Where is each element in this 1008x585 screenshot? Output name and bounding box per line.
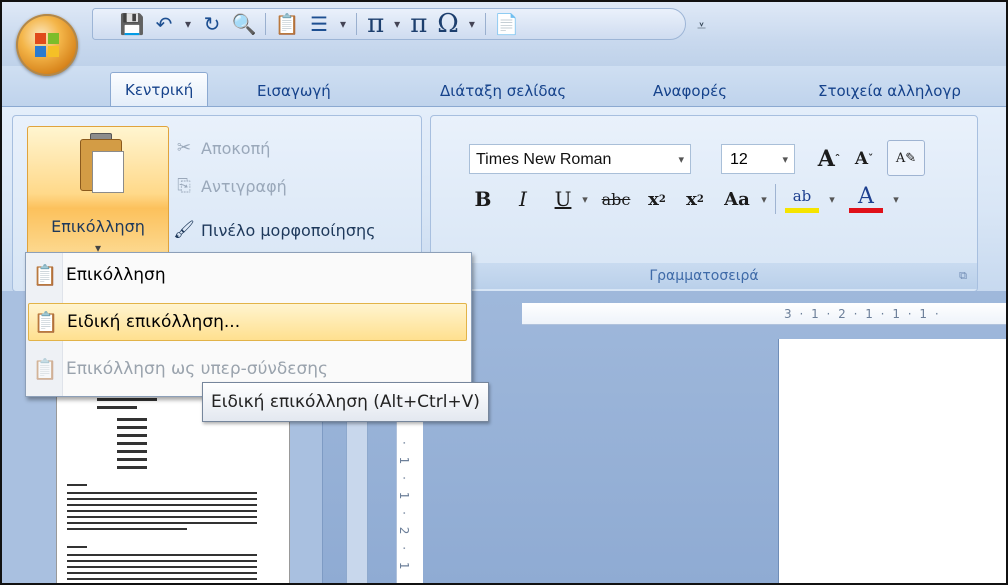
word-window: 💾 ↶ ▾ ↻ 🔍 📋 ☰ ▾ π ▾ π Ω ▾ 📄 ⩡ Κεντρική Εισαγ…: [0, 0, 1008, 585]
separator: [484, 13, 486, 35]
copy-label: Αντιγραφή: [201, 176, 287, 196]
font-group-label: Γραμματοσειρά: [649, 268, 759, 284]
ribbon-tabs: Κεντρική Εισαγωγή Διάταξη σελίδας Αναφορ…: [2, 66, 1006, 107]
font-size-value: 12: [730, 151, 748, 168]
tab-references[interactable]: Αναφορές: [653, 76, 727, 106]
font-size-combo[interactable]: 12 ▾: [721, 144, 795, 174]
separator: [265, 13, 267, 35]
save-icon[interactable]: 💾: [120, 12, 145, 36]
paste-qat-icon[interactable]: 📋: [275, 12, 300, 36]
change-case-dropdown-icon[interactable]: ▾: [757, 184, 771, 214]
office-button[interactable]: [16, 14, 78, 76]
dialog-launcher-icon[interactable]: ⧉: [959, 263, 967, 289]
font-name-combo[interactable]: Times New Roman ▾: [469, 144, 691, 174]
paste-special-icon: 📋: [33, 310, 59, 334]
format-painter-button[interactable]: 🖌 Πινέλο μορφοποίησης: [173, 218, 376, 242]
tab-page-layout[interactable]: Διάταξη σελίδας: [440, 76, 566, 106]
copy-icon: ⎘: [177, 176, 191, 196]
bold-icon[interactable]: B: [469, 184, 497, 214]
align-icon[interactable]: ☰: [308, 12, 330, 36]
font-color-dropdown-icon[interactable]: ▾: [889, 184, 903, 214]
pi-icon[interactable]: π: [410, 11, 427, 37]
undo-icon[interactable]: ↶: [153, 12, 175, 36]
redo-icon[interactable]: ↻: [201, 12, 223, 36]
vertical-ruler: · 1 · 1 · 2 · 1: [396, 411, 423, 583]
page-icon: [92, 151, 124, 193]
menu-item-paste-special[interactable]: 📋 Ειδική επικόλληση...: [28, 303, 467, 341]
quick-access-toolbar: 💾 ↶ ▾ ↻ 🔍 📋 ☰ ▾ π ▾ π Ω ▾ 📄: [92, 8, 686, 40]
font-group: Times New Roman ▾ 12 ▾ Aˆ Aˇ A✎ B I U ▾ …: [430, 115, 978, 292]
paste-icon: 📋: [32, 263, 58, 287]
tab-mailings[interactable]: Στοιχεία αλληλογρ: [818, 76, 961, 106]
tab-home[interactable]: Κεντρική: [110, 72, 209, 107]
align-dropdown-icon[interactable]: ▾: [340, 17, 346, 31]
format-row: B I U ▾ abc x2 x2 Aa ▾ ab ▾ A ▾: [469, 184, 969, 218]
print-preview-icon[interactable]: 🔍: [232, 12, 257, 36]
font-size-dropdown-icon[interactable]: ▾: [782, 145, 788, 175]
cut-label: Αποκοπή: [201, 138, 271, 158]
menu-item-paste-hyperlink-label: Επικόλληση ως υπερ-σύνδεσης: [66, 359, 329, 379]
subscript-icon[interactable]: x2: [641, 184, 673, 214]
office-logo-icon: [35, 33, 59, 57]
separator: [356, 13, 358, 35]
document-page[interactable]: [778, 339, 1006, 583]
equation-dropdown-icon[interactable]: ▾: [394, 17, 400, 31]
separator: [775, 184, 776, 214]
tooltip: Ειδική επικόλληση (Alt+Ctrl+V): [202, 382, 489, 422]
underline-icon[interactable]: U: [549, 184, 577, 214]
font-color-icon[interactable]: A: [849, 184, 883, 213]
vertical-ruler-marks: · 1 · 1 · 2 · 1: [397, 441, 411, 574]
highlight-icon[interactable]: ab: [785, 184, 819, 213]
menu-item-paste[interactable]: 📋 Επικόλληση: [28, 256, 467, 294]
font-group-caption: Γραμματοσειρά ⧉: [431, 263, 977, 289]
undo-dropdown-icon[interactable]: ▾: [185, 17, 191, 31]
tab-insert[interactable]: Εισαγωγή: [257, 76, 331, 106]
menu-item-paste-label: Επικόλληση: [66, 265, 166, 285]
highlight-dropdown-icon[interactable]: ▾: [825, 184, 839, 214]
symbol-dropdown-icon[interactable]: ▾: [469, 17, 475, 31]
vertical-scrollbar[interactable]: [346, 411, 368, 583]
underline-dropdown-icon[interactable]: ▾: [577, 184, 593, 214]
title-bar: 💾 ↶ ▾ ↻ 🔍 📋 ☰ ▾ π ▾ π Ω ▾ 📄 ⩡: [2, 2, 1006, 76]
paste-hyperlink-icon: 📋: [32, 357, 58, 381]
shrink-font-icon[interactable]: Aˇ: [849, 144, 879, 174]
change-case-icon[interactable]: Aa: [717, 184, 757, 214]
copy-button[interactable]: ⎘ Αντιγραφή: [173, 174, 287, 198]
customize-qat-icon[interactable]: ⩡: [697, 16, 706, 36]
cut-button[interactable]: ✂ Αποκοπή: [173, 136, 270, 160]
superscript-icon[interactable]: x2: [679, 184, 711, 214]
menu-item-paste-special-label: Ειδική επικόλληση...: [67, 312, 241, 332]
paste-label: Επικόλληση: [51, 217, 145, 236]
clear-formatting-icon[interactable]: A✎: [887, 140, 925, 176]
horizontal-ruler: 3 · 1 · 2 · 1 · 1 · 1 ·: [522, 303, 1006, 325]
brush-icon: 🖌: [173, 220, 195, 240]
strikethrough-icon[interactable]: abc: [599, 184, 633, 214]
font-name-dropdown-icon[interactable]: ▾: [678, 145, 684, 175]
equation-icon[interactable]: π: [367, 11, 384, 37]
font-name-value: Times New Roman: [476, 151, 612, 168]
paste-menu: 📋 Επικόλληση 📋 Ειδική επικόλληση... 📋 Επ…: [25, 252, 472, 397]
grow-font-icon[interactable]: Aˆ: [813, 144, 845, 174]
italic-icon[interactable]: I: [509, 184, 537, 214]
symbol-icon[interactable]: Ω: [437, 11, 459, 37]
format-painter-label: Πινέλο μορφοποίησης: [201, 220, 376, 240]
scissors-icon: ✂: [176, 138, 192, 158]
document-icon[interactable]: 📄: [494, 12, 519, 36]
